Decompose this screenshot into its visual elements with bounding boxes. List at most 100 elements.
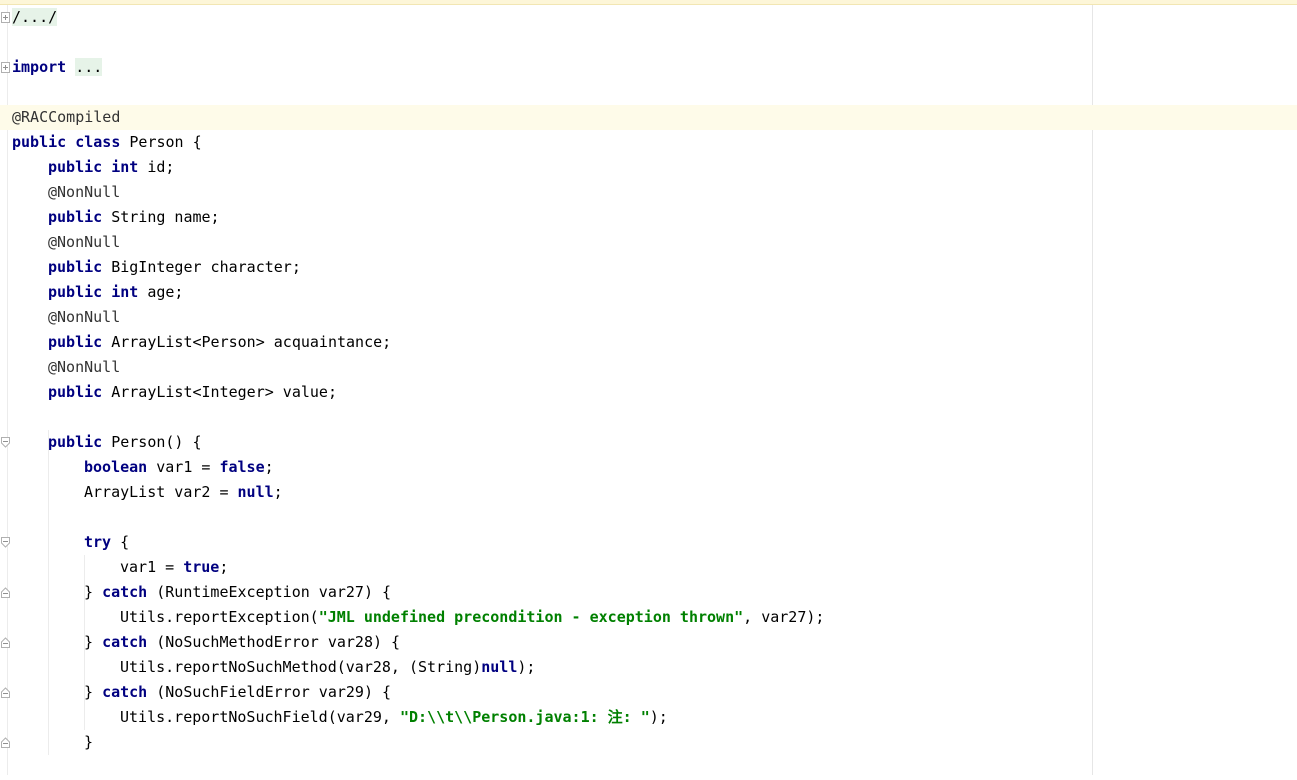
code-line[interactable]: boolean var1 = false;: [0, 455, 1297, 480]
code-text: } catch (NoSuchFieldError var29) {: [84, 680, 391, 705]
code-line[interactable]: import ...: [0, 55, 1297, 80]
code-token: , var27);: [743, 608, 825, 626]
code-line[interactable]: public ArrayList<Integer> value;: [0, 380, 1297, 405]
fold-expand-icon[interactable]: [1, 62, 10, 73]
code-token: "D:\\t\\Person.java:1: 注: ": [399, 708, 650, 726]
code-line[interactable]: public class Person {: [0, 130, 1297, 155]
code-line[interactable]: var1 = true;: [0, 555, 1297, 580]
code-text: Utils.reportNoSuchMethod(var28, (String)…: [120, 655, 535, 680]
code-token: public: [12, 133, 67, 151]
code-token: (NoSuchMethodError var28) {: [147, 633, 401, 651]
code-line[interactable]: } catch (RuntimeException var27) {: [0, 580, 1297, 605]
code-token: ;: [264, 458, 274, 476]
code-text: @NonNull: [48, 355, 120, 380]
code-text: try {: [84, 530, 129, 555]
code-token: String name;: [102, 208, 220, 226]
code-line[interactable]: try {: [0, 530, 1297, 555]
code-text: @NonNull: [48, 180, 120, 205]
code-token: }: [84, 733, 94, 751]
code-text: public int age;: [48, 280, 183, 305]
code-line[interactable]: [0, 755, 1297, 780]
fold-end-icon[interactable]: [1, 737, 10, 748]
code-line[interactable]: public ArrayList<Person> acquaintance;: [0, 330, 1297, 355]
code-token: public: [48, 283, 103, 301]
code-line[interactable]: public int age;: [0, 280, 1297, 305]
code-token: boolean: [84, 458, 148, 476]
code-text: ArrayList var2 = null;: [84, 480, 283, 505]
code-token: );: [649, 708, 668, 726]
code-token: ;: [273, 483, 283, 501]
code-text: @NonNull: [48, 230, 120, 255]
code-token: int: [111, 283, 139, 301]
code-token: null: [481, 658, 518, 676]
code-line[interactable]: Utils.reportNoSuchField(var29, "D:\\t\\P…: [0, 705, 1297, 730]
code-line[interactable]: Utils.reportException("JML undefined pre…: [0, 605, 1297, 630]
code-text: public class Person {: [12, 130, 202, 155]
code-token: @NonNull: [48, 308, 121, 326]
code-token: public: [48, 433, 103, 451]
fold-collapse-icon[interactable]: [1, 437, 10, 448]
code-token: ArrayList<Integer> value;: [102, 383, 337, 401]
code-token: try: [84, 533, 112, 551]
code-text: @NonNull: [48, 305, 120, 330]
code-editor[interactable]: /.../ import ... @RACCompiled public class …: [0, 5, 1297, 775]
code-text: import ...: [12, 55, 103, 80]
code-token: public: [48, 333, 103, 351]
code-line[interactable]: }: [0, 730, 1297, 755]
code-line[interactable]: public BigInteger character;: [0, 255, 1297, 280]
code-token: public: [48, 258, 103, 276]
code-token: id;: [138, 158, 175, 176]
code-text: } catch (NoSuchMethodError var28) {: [84, 630, 400, 655]
code-line[interactable]: [0, 80, 1297, 105]
code-line[interactable]: [0, 30, 1297, 55]
fold-collapse-icon[interactable]: [1, 537, 10, 548]
code-token: class: [75, 133, 121, 151]
code-token: (RuntimeException var27) {: [147, 583, 392, 601]
fold-end-icon[interactable]: [1, 637, 10, 648]
code-line[interactable]: [0, 405, 1297, 430]
code-line[interactable]: ArrayList var2 = null;: [0, 480, 1297, 505]
code-line[interactable]: public int id;: [0, 155, 1297, 180]
fold-end-icon[interactable]: [1, 587, 10, 598]
code-text: /.../: [12, 5, 58, 30]
code-text: public int id;: [48, 155, 174, 180]
code-line[interactable]: @NonNull: [0, 230, 1297, 255]
code-text: } catch (RuntimeException var27) {: [84, 580, 391, 605]
code-line[interactable]: } catch (NoSuchFieldError var29) {: [0, 680, 1297, 705]
code-line[interactable]: [0, 505, 1297, 530]
code-line[interactable]: @NonNull: [0, 180, 1297, 205]
code-token: /.../: [12, 8, 58, 26]
code-line[interactable]: @NonNull: [0, 305, 1297, 330]
code-line[interactable]: /.../: [0, 5, 1297, 30]
code-text: Utils.reportNoSuchField(var29, "D:\\t\\P…: [120, 705, 668, 730]
code-token: int: [111, 158, 139, 176]
fold-end-icon[interactable]: [1, 687, 10, 698]
code-token: ;: [219, 558, 229, 576]
code-token: ArrayList var2 =: [84, 483, 238, 501]
code-token: var1 =: [147, 458, 220, 476]
code-token: false: [219, 458, 265, 476]
code-token: Person {: [120, 133, 202, 151]
code-text: }: [84, 730, 93, 755]
fold-expand-icon[interactable]: [1, 12, 10, 23]
code-line[interactable]: Utils.reportNoSuchMethod(var28, (String)…: [0, 655, 1297, 680]
code-token: Utils.reportException(: [120, 608, 319, 626]
indent-guide: [84, 555, 85, 730]
code-token: null: [237, 483, 274, 501]
code-line[interactable]: public Person() {: [0, 430, 1297, 455]
code-token: }: [84, 633, 103, 651]
code-token: catch: [102, 583, 148, 601]
code-line[interactable]: public String name;: [0, 205, 1297, 230]
code-line[interactable]: } catch (NoSuchMethodError var28) {: [0, 630, 1297, 655]
code-token: public: [48, 158, 103, 176]
code-token: );: [517, 658, 536, 676]
code-line[interactable]: @RACCompiled: [0, 105, 1297, 130]
code-token: Person() {: [102, 433, 202, 451]
code-line[interactable]: @NonNull: [0, 355, 1297, 380]
code-token: "JML undefined precondition - exception …: [318, 608, 744, 626]
code-token: @NonNull: [48, 358, 121, 376]
indent-guide: [48, 430, 49, 755]
code-token: public: [48, 208, 103, 226]
